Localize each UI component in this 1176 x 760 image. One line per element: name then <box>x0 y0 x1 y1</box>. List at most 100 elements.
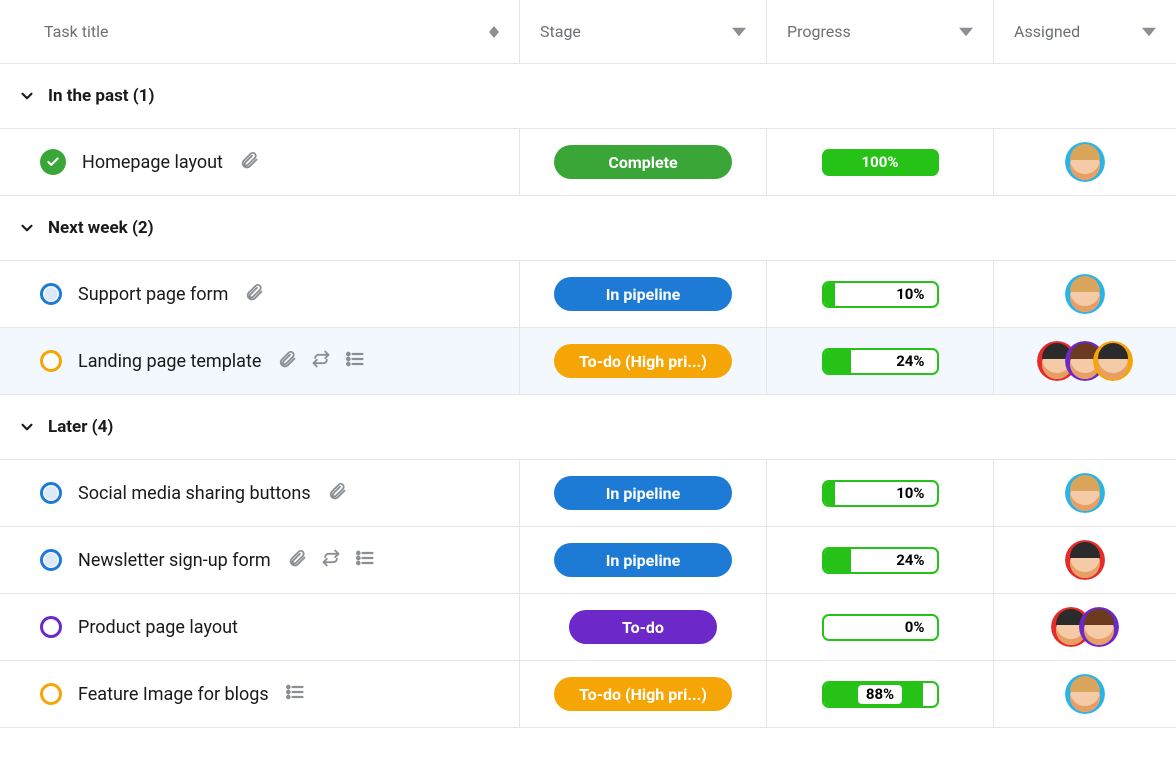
column-header-stage[interactable]: Stage <box>520 0 767 63</box>
avatar-stack[interactable] <box>1065 473 1105 513</box>
cell-progress: 24% <box>767 328 994 394</box>
column-header-progress[interactable]: Progress <box>767 0 994 63</box>
status-ring-icon[interactable] <box>40 350 62 372</box>
status-done-icon[interactable] <box>40 149 66 175</box>
avatar-stack[interactable] <box>1037 341 1133 381</box>
list-icon[interactable] <box>285 682 305 706</box>
status-ring-icon[interactable] <box>40 283 62 305</box>
progress-label: 24% <box>888 352 932 371</box>
group-label: In the past (1) <box>48 86 154 106</box>
cell-stage: To-do (High pri...) <box>520 328 767 394</box>
list-icon[interactable] <box>345 349 365 373</box>
progress-label: 88% <box>858 685 902 704</box>
stage-badge[interactable]: To-do (High pri...) <box>554 344 732 378</box>
cell-assigned <box>994 328 1176 394</box>
dropdown-icon[interactable] <box>959 25 973 39</box>
cell-title: Homepage layout <box>0 129 520 195</box>
attachment-icon[interactable] <box>277 349 297 373</box>
cell-title: Social media sharing buttons <box>0 460 520 526</box>
stage-badge[interactable]: In pipeline <box>554 277 732 311</box>
stage-badge[interactable]: To-do (High pri...) <box>554 677 732 711</box>
avatar[interactable] <box>1065 473 1105 513</box>
cell-stage: In pipeline <box>520 261 767 327</box>
avatar[interactable] <box>1079 607 1119 647</box>
avatar-stack[interactable] <box>1065 142 1105 182</box>
chevron-down-icon[interactable] <box>18 87 36 105</box>
cell-stage: In pipeline <box>520 527 767 593</box>
task-row[interactable]: Social media sharing buttons In pipeline… <box>0 460 1176 527</box>
progress-bar: 24% <box>822 547 939 574</box>
dropdown-icon[interactable] <box>732 25 746 39</box>
cell-title: Support page form <box>0 261 520 327</box>
attachment-icon[interactable] <box>287 548 307 572</box>
task-row[interactable]: Support page form In pipeline 10% <box>0 261 1176 328</box>
row-icons <box>239 150 259 174</box>
status-ring-icon[interactable] <box>40 549 62 571</box>
retweet-icon[interactable] <box>311 349 331 373</box>
avatar-stack[interactable] <box>1051 607 1119 647</box>
task-row[interactable]: Product page layout To-do 0% <box>0 594 1176 661</box>
column-header-title[interactable]: Task title <box>0 0 520 63</box>
sort-icon[interactable] <box>489 26 499 38</box>
status-ring-icon[interactable] <box>40 482 62 504</box>
task-row[interactable]: Newsletter sign-up form In pipeline 24% <box>0 527 1176 594</box>
task-row[interactable]: Homepage layout Complete 100% <box>0 129 1176 196</box>
group-header[interactable]: In the past (1) <box>0 64 1176 129</box>
list-icon[interactable] <box>355 548 375 572</box>
stage-badge[interactable]: Complete <box>554 145 732 179</box>
cell-assigned <box>994 527 1176 593</box>
task-name[interactable]: Support page form <box>78 284 228 305</box>
attachment-icon[interactable] <box>327 481 347 505</box>
progress-bar: 100% <box>822 149 939 176</box>
cell-assigned <box>994 661 1176 727</box>
cell-title: Landing page template <box>0 328 520 394</box>
row-icons <box>327 481 347 505</box>
table-header: Task title Stage Progress Assigned <box>0 0 1176 64</box>
task-name[interactable]: Landing page template <box>78 351 261 372</box>
avatar[interactable] <box>1065 274 1105 314</box>
status-ring-icon[interactable] <box>40 683 62 705</box>
avatar-stack[interactable] <box>1065 540 1105 580</box>
group-header[interactable]: Next week (2) <box>0 196 1176 261</box>
retweet-icon[interactable] <box>321 548 341 572</box>
cell-progress: 24% <box>767 527 994 593</box>
cell-progress: 100% <box>767 129 994 195</box>
row-icons <box>285 682 305 706</box>
avatar-stack[interactable] <box>1065 274 1105 314</box>
cell-stage: To-do <box>520 594 767 660</box>
task-table: Task title Stage Progress Assigned In th… <box>0 0 1176 728</box>
dropdown-icon[interactable] <box>1142 25 1156 39</box>
task-name[interactable]: Homepage layout <box>82 152 223 173</box>
avatar[interactable] <box>1065 142 1105 182</box>
group-header[interactable]: Later (4) <box>0 395 1176 460</box>
stage-badge[interactable]: In pipeline <box>554 476 732 510</box>
task-name[interactable]: Social media sharing buttons <box>78 483 311 504</box>
attachment-icon[interactable] <box>239 150 259 174</box>
attachment-icon[interactable] <box>244 282 264 306</box>
task-name[interactable]: Newsletter sign-up form <box>78 550 271 571</box>
avatar[interactable] <box>1065 674 1105 714</box>
group-label: Later (4) <box>48 417 113 437</box>
task-name[interactable]: Feature Image for blogs <box>78 684 269 705</box>
column-header-assigned[interactable]: Assigned <box>994 0 1176 63</box>
stage-badge[interactable]: To-do <box>569 610 717 644</box>
task-row[interactable]: Feature Image for blogs To-do (High pri.… <box>0 661 1176 728</box>
status-ring-icon[interactable] <box>40 616 62 638</box>
stage-badge[interactable]: In pipeline <box>554 543 732 577</box>
row-icons <box>287 548 375 572</box>
task-name[interactable]: Product page layout <box>78 617 238 638</box>
cell-progress: 10% <box>767 261 994 327</box>
avatar-stack[interactable] <box>1065 674 1105 714</box>
task-row[interactable]: Landing page template To-do (High pri...… <box>0 328 1176 395</box>
progress-label: 24% <box>888 551 932 570</box>
progress-bar: 24% <box>822 348 939 375</box>
avatar[interactable] <box>1093 341 1133 381</box>
cell-assigned <box>994 594 1176 660</box>
avatar[interactable] <box>1065 540 1105 580</box>
progress-label: 100% <box>862 153 899 171</box>
chevron-down-icon[interactable] <box>18 418 36 436</box>
cell-title: Feature Image for blogs <box>0 661 520 727</box>
chevron-down-icon[interactable] <box>18 219 36 237</box>
column-header-label: Assigned <box>1014 22 1080 41</box>
column-header-label: Progress <box>787 22 851 41</box>
